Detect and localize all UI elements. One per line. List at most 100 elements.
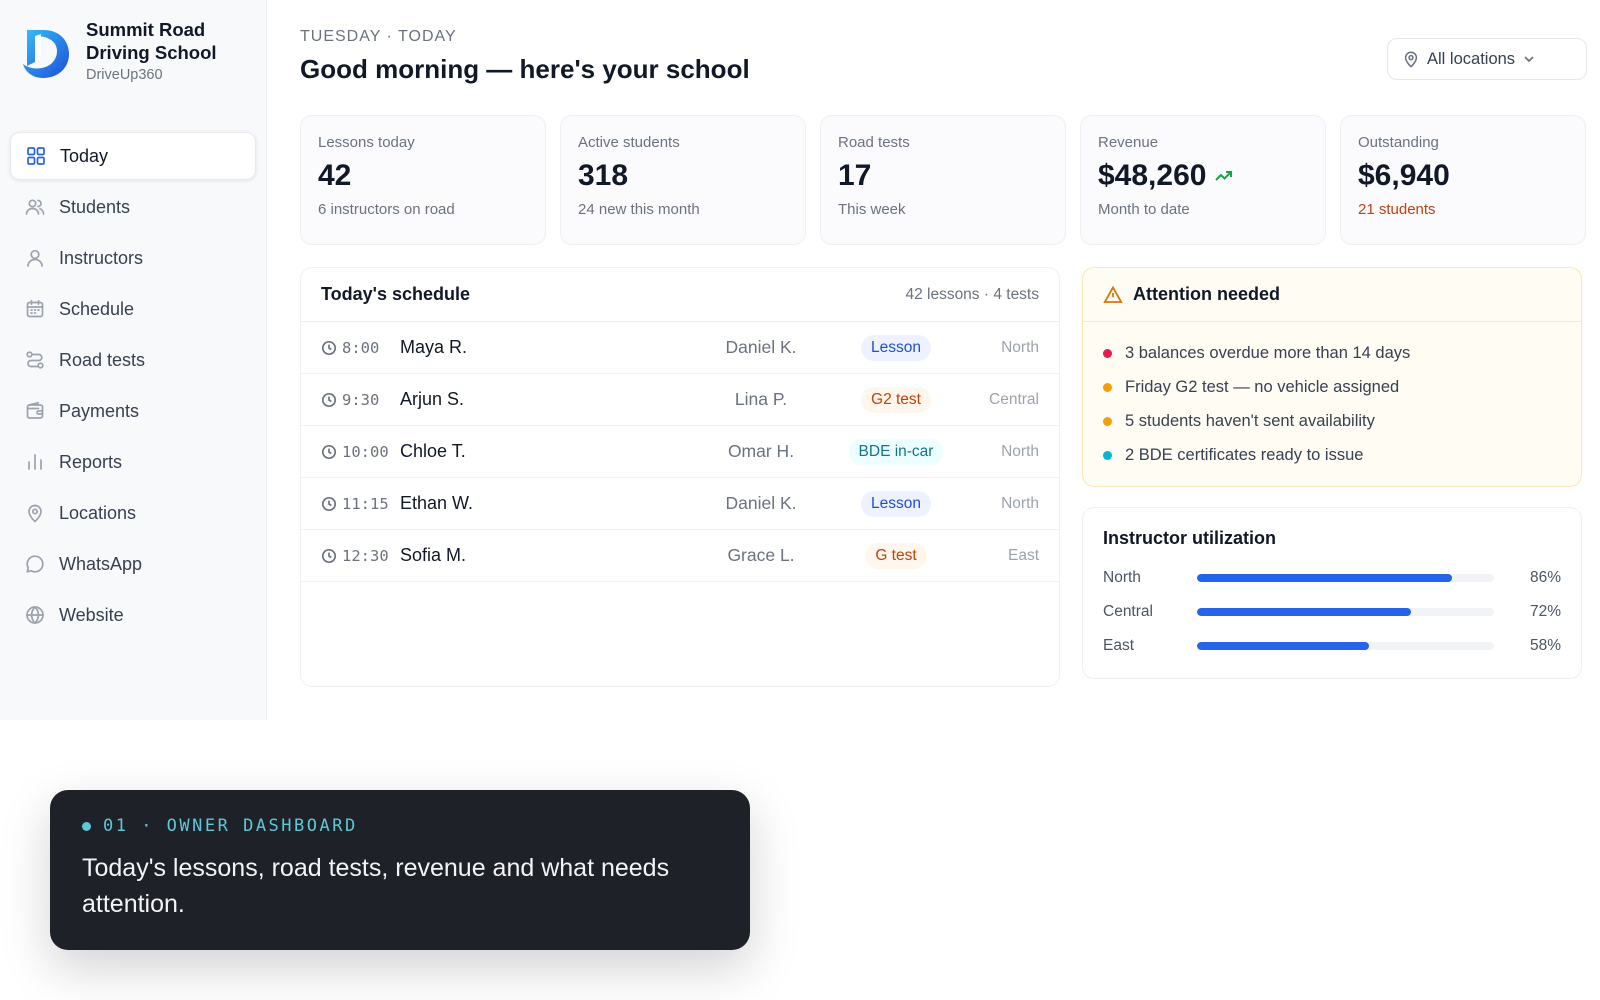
sidebar-item-label: Website (59, 604, 124, 625)
caption-dot (82, 821, 91, 831)
attention-header: Attention needed (1083, 268, 1581, 322)
kpi-value: 318 (578, 159, 788, 193)
schedule-row[interactable]: 8:00 Maya R. Daniel K. Lesson North (301, 322, 1059, 374)
sidebar-item-road-tests[interactable]: Road tests (10, 336, 256, 384)
clock-icon (321, 444, 337, 459)
kpi-sub: 21 students (1358, 201, 1436, 218)
kpi-card-students[interactable]: Active students 318 24 new this month (560, 115, 806, 245)
utilization-title: Instructor utilization (1103, 528, 1276, 548)
kpi-sub: 24 new this month (578, 201, 700, 218)
sidebar-item-reports[interactable]: Reports (10, 438, 256, 486)
brand[interactable]: Summit Road Driving School DriveUp360 (10, 18, 256, 110)
lower-panels: Today's schedule 42 lessons · 4 tests 8:… (300, 267, 1600, 687)
lesson-type-label: G2 test (861, 386, 931, 413)
kpi-sub: This week (838, 201, 906, 218)
kpi-value: $6,940 (1358, 159, 1568, 193)
map-pin-icon (25, 503, 45, 523)
sidebar-item-today[interactable]: Today (10, 132, 256, 180)
status-dot (1103, 450, 1112, 460)
attention-item[interactable]: 3 balances overdue more than 14 days (1103, 336, 1561, 370)
sidebar-item-label: Locations (59, 502, 137, 523)
kpi-value-text: $48,260 (1098, 159, 1207, 192)
kpi-label: Revenue (1098, 134, 1159, 151)
sidebar-item-whatsapp[interactable]: WhatsApp (10, 540, 256, 588)
users-icon (25, 197, 45, 217)
kpi-card-road-tests[interactable]: Road tests 17 This week (820, 115, 1066, 245)
lesson-type-label: Lesson (861, 334, 931, 361)
kpi-label: Lessons today (318, 134, 415, 151)
student-name[interactable]: Arjun S. (400, 389, 700, 410)
attention-item[interactable]: Friday G2 test — no vehicle assigned (1103, 370, 1561, 404)
kpi-sub: Month to date (1098, 201, 1190, 218)
kpi-value-text: $6,940 (1358, 159, 1450, 192)
kpi-card-revenue[interactable]: Revenue $48,260 Month to date (1080, 115, 1326, 245)
sidebar-item-label: Road tests (59, 349, 146, 370)
attention-item[interactable]: 5 students haven't sent availability (1103, 404, 1561, 438)
attention-panel: Attention needed 3 balances overdue more… (1082, 267, 1582, 487)
instructor-name: Daniel K. (725, 493, 797, 513)
attention-item-text: 2 BDE certificates ready to issue (1125, 445, 1364, 464)
caption-eyebrow: 01 · OWNER DASHBOARD (82, 816, 718, 836)
sidebar-item-schedule[interactable]: Schedule (10, 285, 256, 333)
lesson-type-badge: BDE in-car (836, 438, 956, 466)
student-name[interactable]: Maya R. (400, 337, 700, 358)
status-dot (1103, 382, 1112, 392)
kpi-label: Active students (578, 134, 680, 151)
utilization-bar-fill (1196, 642, 1370, 650)
lesson-region: North (1001, 338, 1039, 356)
utilization-bar-track (1196, 642, 1494, 650)
lesson-time: 10:00 (342, 442, 389, 461)
sidebar-item-website[interactable]: Website (10, 591, 256, 639)
utilization-percent: 72% (1529, 603, 1561, 620)
utilization-bar-track (1196, 574, 1494, 582)
lesson-region: North (1001, 442, 1039, 460)
sidebar-item-payments[interactable]: Payments (10, 387, 256, 435)
student-name[interactable]: Ethan W. (400, 493, 700, 514)
sidebar-nav: Today Students Instructors Schedule Road… (10, 132, 256, 639)
sidebar-item-label: Today (60, 145, 109, 166)
sidebar-item-instructors[interactable]: Instructors (10, 234, 256, 282)
utilization-label: East (1103, 637, 1135, 654)
sidebar-item-label: Students (59, 196, 131, 217)
sidebar-item-label: Instructors (59, 247, 144, 268)
kpi-label: Outstanding (1358, 134, 1439, 151)
warning-triangle-icon (1103, 285, 1123, 303)
schedule-row[interactable]: 12:30 Sofia M. Grace L. G test East (301, 530, 1059, 582)
lesson-time: 9:30 (342, 390, 380, 409)
attention-item-text: 5 students haven't sent availability (1125, 411, 1375, 430)
attention-item-text: Friday G2 test — no vehicle assigned (1125, 377, 1400, 396)
instructor-name: Grace L. (727, 545, 795, 565)
utilization-bar-fill (1196, 574, 1453, 582)
instructor-name: Omar H. (727, 441, 795, 461)
student-name[interactable]: Sofia M. (400, 545, 700, 566)
schedule-row[interactable]: 10:00 Chloe T. Omar H. BDE in-car North (301, 426, 1059, 478)
location-filter-dropdown[interactable]: All locations (1387, 38, 1587, 80)
utilization-bar-track (1196, 608, 1494, 616)
kpi-cards: Lessons today 42 6 instructors on road A… (300, 115, 1600, 245)
globe-icon (25, 605, 45, 625)
kpi-card-lessons[interactable]: Lessons today 42 6 instructors on road (300, 115, 546, 245)
kpi-label: Road tests (838, 134, 910, 151)
kpi-value-text: 17 (838, 159, 872, 192)
attention-item-text: 3 balances overdue more than 14 days (1125, 343, 1411, 362)
lesson-type-badge: G2 test (836, 386, 956, 414)
schedule-row[interactable]: 9:30 Arjun S. Lina P. G2 test Central (301, 374, 1059, 426)
schedule-row[interactable]: 11:15 Ethan W. Daniel K. Lesson North (301, 478, 1059, 530)
trend-up-icon (1215, 171, 1233, 181)
lesson-type-label: G test (865, 542, 927, 569)
right-column: Attention needed 3 balances overdue more… (1082, 267, 1582, 687)
lesson-type-badge: Lesson (836, 334, 956, 362)
sidebar-item-students[interactable]: Students (10, 183, 256, 231)
utilization-row: East 58% (1103, 629, 1561, 663)
lesson-type-label: BDE in-car (848, 438, 944, 465)
main-content: TUESDAY · TODAY Good morning — here's yo… (267, 0, 1600, 720)
utilization-rows: North 86% Central 72% East 58% (1103, 561, 1561, 663)
attention-item[interactable]: 2 BDE certificates ready to issue (1103, 438, 1561, 472)
utilization-row: Central 72% (1103, 595, 1561, 629)
status-dot (1103, 348, 1112, 358)
student-name[interactable]: Chloe T. (400, 441, 700, 462)
sidebar-item-label: Reports (59, 451, 123, 472)
kpi-card-outstanding[interactable]: Outstanding $6,940 21 students (1340, 115, 1586, 245)
sidebar-item-locations[interactable]: Locations (10, 489, 256, 537)
schedule-rows: 8:00 Maya R. Daniel K. Lesson North 9:30 Arjun… (301, 322, 1059, 582)
